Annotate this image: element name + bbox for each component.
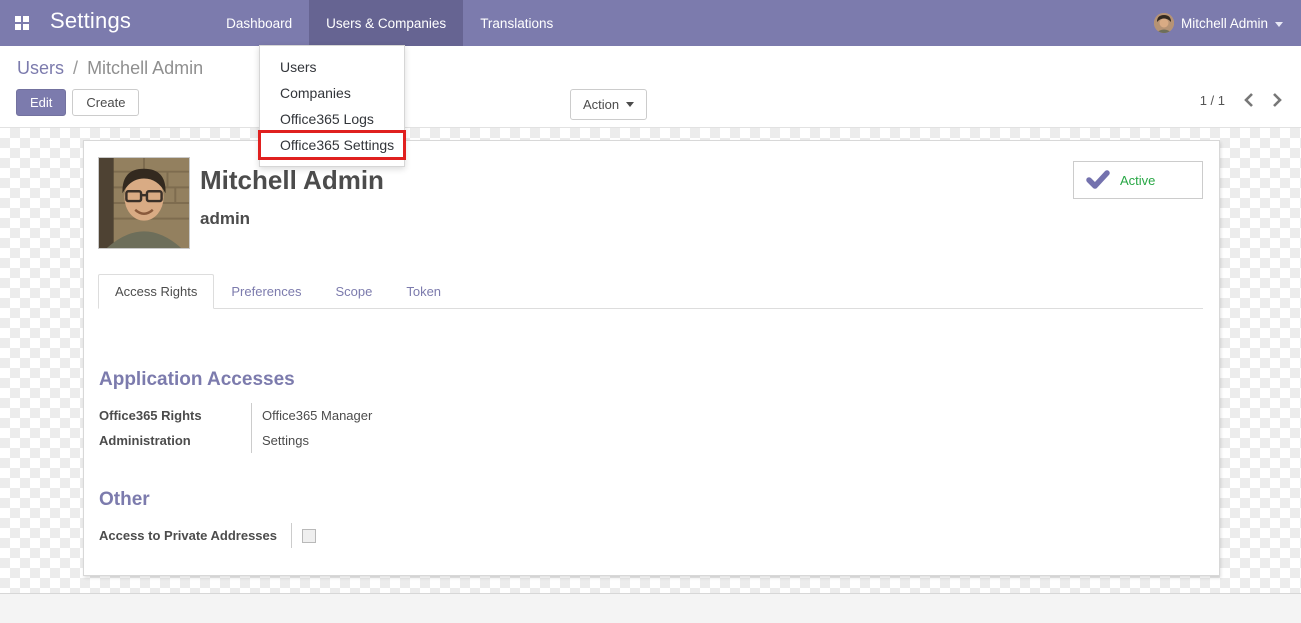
- field-row-administration: Administration Settings: [99, 428, 1203, 453]
- breadcrumb: Users / Mitchell Admin: [17, 58, 203, 79]
- tab-token[interactable]: Token: [389, 274, 458, 309]
- menu-item-office365-logs[interactable]: Office365 Logs: [260, 106, 404, 132]
- menu-item-companies[interactable]: Companies: [260, 80, 404, 106]
- control-panel: Users / Mitchell Admin Edit Create Actio…: [0, 46, 1301, 128]
- field-value-private-addresses: [291, 523, 451, 548]
- action-button-label: Action: [583, 97, 620, 112]
- user-name-title: Mitchell Admin: [200, 165, 384, 195]
- edit-button[interactable]: Edit: [16, 89, 67, 116]
- form-view-background: Mitchell Admin admin Active Access Right…: [0, 128, 1301, 593]
- chevron-down-icon: [1275, 21, 1283, 27]
- user-photo[interactable]: [98, 157, 190, 249]
- create-button[interactable]: Create: [72, 89, 140, 116]
- check-icon: [1086, 170, 1110, 189]
- active-status-label: Active: [1120, 172, 1156, 188]
- form-buttons: Edit Create: [16, 89, 140, 116]
- private-addresses-checkbox[interactable]: [302, 529, 316, 543]
- tab-bar: Access Rights Preferences Scope Token: [98, 274, 1203, 309]
- other-group: Access to Private Addresses: [99, 523, 1203, 548]
- user-identity: Mitchell Admin admin: [200, 157, 384, 229]
- user-avatar-small: [1153, 13, 1174, 33]
- apps-menu-button[interactable]: [0, 0, 44, 46]
- top-navbar: Settings Dashboard Users & Companies Tra…: [0, 0, 1301, 167]
- main-menu: Dashboard Users & Companies Translations: [209, 0, 570, 46]
- app-title[interactable]: Settings: [44, 0, 149, 46]
- breadcrumb-separator: /: [73, 58, 79, 78]
- field-label-office365-rights: Office365 Rights: [99, 408, 202, 423]
- user-menu-name: Mitchell Admin: [1180, 15, 1268, 31]
- pager-previous-button[interactable]: [1243, 92, 1254, 108]
- field-row-private-addresses: Access to Private Addresses: [99, 523, 1203, 548]
- breadcrumb-users-link[interactable]: Users: [17, 58, 64, 78]
- notebook: Access Rights Preferences Scope Token Ap…: [98, 274, 1203, 548]
- tab-preferences[interactable]: Preferences: [214, 274, 318, 309]
- user-form-sheet: Mitchell Admin admin Active Access Right…: [83, 140, 1220, 576]
- user-header: Mitchell Admin admin Active: [98, 157, 1203, 249]
- field-value-administration: Settings: [251, 428, 411, 453]
- user-login: admin: [200, 209, 251, 228]
- pager-next-button[interactable]: [1272, 92, 1283, 108]
- field-label-administration: Administration: [99, 433, 191, 448]
- pager-value: 1 / 1: [1199, 92, 1225, 108]
- application-accesses-group: Office365 Rights Office365 Manager Admin…: [99, 403, 1203, 453]
- tab-page-access-rights: Application Accesses Office365 Rights Of…: [98, 309, 1203, 548]
- menu-item-users[interactable]: Users: [260, 54, 404, 80]
- pager: 1 / 1: [1200, 92, 1283, 108]
- menu-item-office365-settings-label: Office365 Settings: [280, 137, 395, 153]
- field-row-office365-rights: Office365 Rights Office365 Manager: [99, 403, 1203, 428]
- nav-item-users-companies[interactable]: Users & Companies: [309, 0, 464, 46]
- section-title-application-accesses: Application Accesses: [99, 369, 295, 390]
- menu-item-office365-settings[interactable]: Office365 Settings: [258, 130, 406, 160]
- action-dropdown-button[interactable]: Action: [570, 89, 648, 120]
- user-menu-button[interactable]: Mitchell Admin: [1136, 0, 1301, 46]
- nav-item-dashboard[interactable]: Dashboard: [209, 0, 309, 46]
- field-label-private-addresses: Access to Private Addresses: [99, 528, 278, 543]
- field-value-office365-rights: Office365 Manager: [251, 403, 411, 428]
- section-title-other: Other: [99, 489, 150, 510]
- users-companies-dropdown: Users Companies Office365 Logs Office365…: [258, 45, 406, 167]
- tab-scope[interactable]: Scope: [318, 274, 389, 309]
- breadcrumb-current: Mitchell Admin: [87, 58, 204, 78]
- chevron-down-icon: [626, 102, 635, 107]
- active-status-button[interactable]: Active: [1073, 161, 1203, 199]
- page-footer: [0, 593, 1301, 623]
- apps-grid-icon: [15, 16, 29, 30]
- nav-item-translations[interactable]: Translations: [463, 0, 570, 46]
- tab-access-rights[interactable]: Access Rights: [98, 274, 215, 309]
